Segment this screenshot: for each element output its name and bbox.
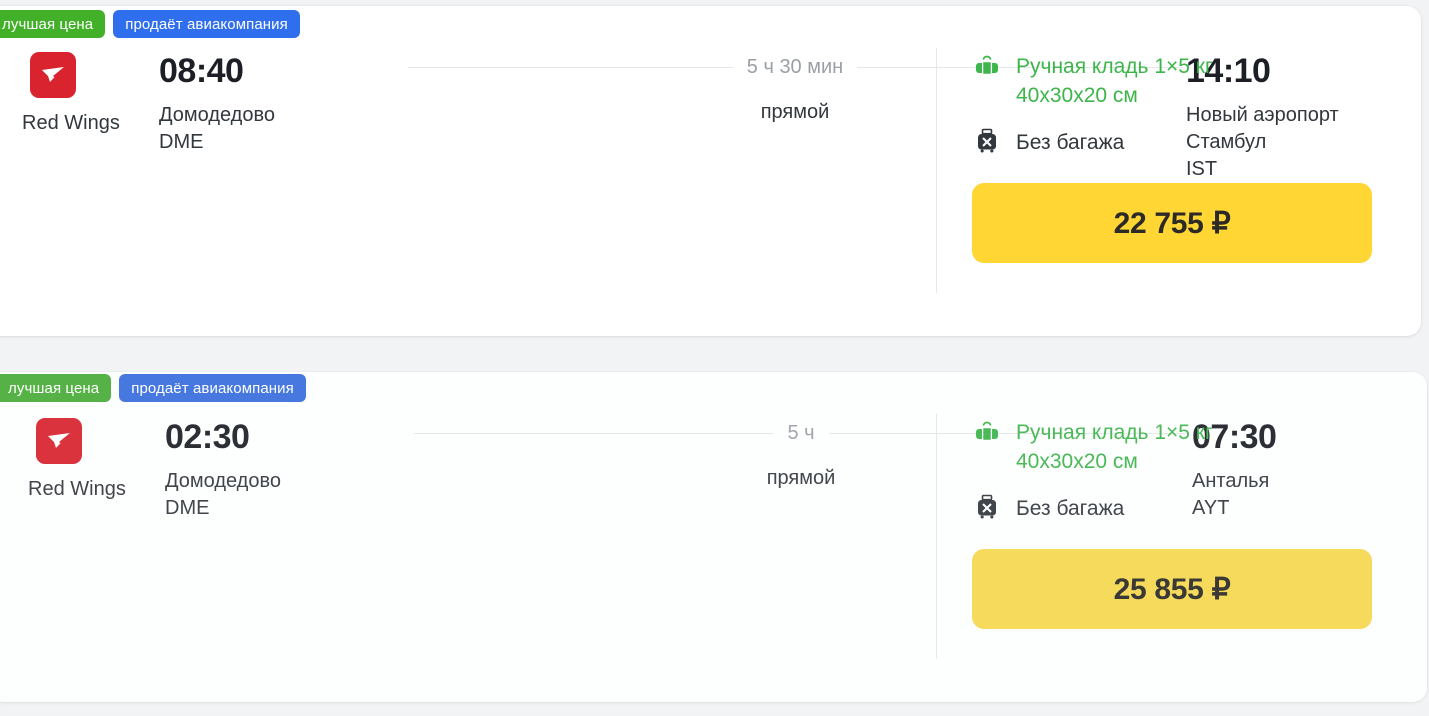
carry-on-line-1: Ручная кладь 1×5 кг bbox=[1016, 55, 1213, 78]
checked-baggage-row: Без багажа bbox=[972, 126, 1372, 157]
carry-on-row: Ручная кладь 1×5 кг 40x30x20 см bbox=[972, 52, 1372, 110]
badge-sold-by-airline: продаёт авиакомпания bbox=[119, 374, 306, 402]
departure-time: 08:40 bbox=[159, 52, 244, 90]
airline-name: Red Wings bbox=[22, 112, 120, 134]
carry-on-line-2: 40x30x20 см bbox=[1016, 84, 1138, 107]
carry-on-bag-icon bbox=[972, 52, 1002, 80]
no-checked-baggage-icon bbox=[972, 492, 1002, 521]
departure-airport: Домодедово DME bbox=[165, 468, 330, 522]
duration-rule-left bbox=[414, 433, 774, 434]
carry-on-row: Ручная кладь 1×5 кг 40x30x20 см bbox=[972, 418, 1372, 476]
badge-sold-by-airline: продаёт авиакомпания bbox=[113, 10, 300, 38]
departure-airport: Домодедово DME bbox=[159, 102, 324, 156]
checked-baggage-label: Без багажа bbox=[1016, 131, 1125, 154]
no-checked-baggage-icon bbox=[972, 126, 1002, 155]
duration-rule-left bbox=[408, 67, 733, 68]
carry-on-text: Ручная кладь 1×5 кг 40x30x20 см bbox=[1016, 52, 1213, 110]
flight-results-list: Red Wings 08:40 Домодедово DME 5 ч 30 ми… bbox=[0, 0, 1429, 716]
badge-group: лучшая цена продаёт авиакомпания bbox=[0, 10, 300, 38]
red-wings-logo bbox=[36, 418, 82, 464]
flight-result-card[interactable]: Red Wings 02:30 Домодедово DME 5 ч прямо… bbox=[0, 372, 1427, 702]
checked-baggage-label: Без багажа bbox=[1016, 497, 1125, 520]
badge-group: лучшая цена продаёт авиакомпания bbox=[0, 374, 306, 402]
departure-time: 02:30 bbox=[165, 418, 250, 456]
fare-details-block: Ручная кладь 1×5 кг 40x30x20 см Без бага… bbox=[972, 52, 1372, 263]
airline-block: Red Wings bbox=[0, 52, 159, 135]
departure-airport-name: Домодедово bbox=[165, 470, 281, 492]
departure-airport-code: DME bbox=[159, 131, 204, 153]
fare-details-block: Ручная кладь 1×5 кг 40x30x20 см Без бага… bbox=[972, 418, 1372, 629]
section-divider bbox=[936, 414, 937, 659]
price-button[interactable]: 22 755 ₽ bbox=[972, 183, 1372, 263]
carry-on-bag-icon bbox=[972, 418, 1002, 446]
price-button[interactable]: 25 855 ₽ bbox=[972, 549, 1372, 629]
badge-best-price: лучшая цена bbox=[0, 374, 112, 402]
departure-block: 08:40 Домодедово DME bbox=[159, 52, 404, 156]
airline-block: Red Wings bbox=[0, 418, 165, 501]
flight-duration: 5 ч 30 мин bbox=[746, 56, 844, 78]
carry-on-line-1: Ручная кладь 1×5 кг bbox=[1016, 421, 1213, 444]
departure-block: 02:30 Домодедово DME bbox=[165, 418, 410, 522]
red-wings-logo bbox=[30, 52, 76, 98]
airline-name: Red Wings bbox=[28, 478, 126, 500]
section-divider bbox=[936, 48, 937, 293]
departure-airport-name: Домодедово bbox=[159, 104, 275, 126]
carry-on-line-2: 40x30x20 см bbox=[1016, 450, 1138, 473]
flight-result-card[interactable]: Red Wings 08:40 Домодедово DME 5 ч 30 ми… bbox=[0, 6, 1421, 336]
flight-duration: 5 ч bbox=[787, 422, 815, 444]
departure-airport-code: DME bbox=[165, 497, 210, 519]
stops-label: прямой bbox=[766, 467, 836, 489]
checked-baggage-row: Без багажа bbox=[972, 492, 1372, 523]
stops-label: прямой bbox=[760, 101, 830, 123]
badge-best-price: лучшая цена bbox=[0, 10, 106, 38]
carry-on-text: Ручная кладь 1×5 кг 40x30x20 см bbox=[1016, 418, 1213, 476]
